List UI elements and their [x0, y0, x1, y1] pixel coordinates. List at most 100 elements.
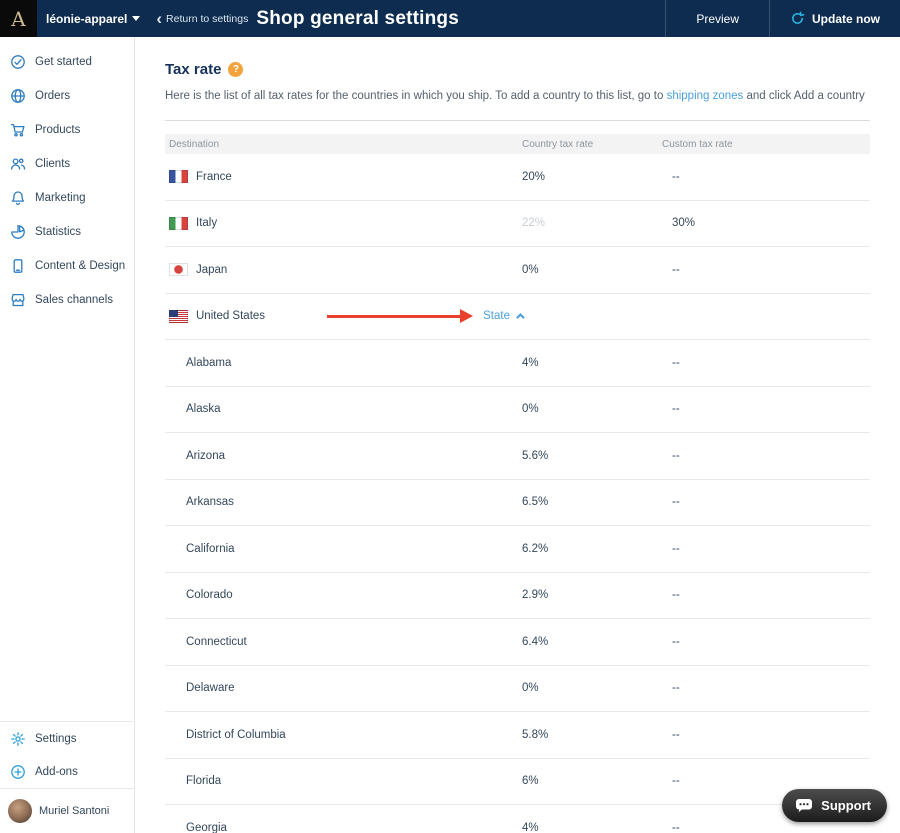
user-account[interactable]: Muriel Santoni: [0, 789, 134, 833]
destination-label: Arkansas: [186, 496, 234, 509]
country-flag-icon: [169, 309, 188, 323]
table-row[interactable]: Italy 22% 30%: [165, 201, 870, 247]
custom-tax-rate-value: 30%: [672, 217, 696, 230]
help-icon[interactable]: ?: [228, 62, 244, 77]
sidebar-bottom: Settings Add-ons Muriel Santoni: [0, 721, 134, 833]
sidebar-item-label: Add-ons: [35, 765, 78, 778]
shipping-zones-link[interactable]: shipping zones: [667, 90, 744, 102]
destination-label: Alaska: [186, 403, 221, 416]
table-row[interactable]: Delaware 0% --: [165, 666, 870, 712]
return-to-settings-link[interactable]: ‹ Return to settings: [156, 10, 248, 27]
sidebar-item-statistics[interactable]: Statistics: [0, 215, 134, 249]
destination-label: Colorado: [186, 589, 233, 602]
header-destination: Destination: [169, 138, 220, 150]
table-row[interactable]: Colorado 2.9% --: [165, 573, 870, 619]
state-collapse-toggle[interactable]: State: [483, 310, 525, 323]
sidebar-item-sales-channels[interactable]: Sales channels: [0, 283, 134, 317]
country-tax-rate-value: 6.4%: [522, 635, 549, 648]
destination-label: Arizona: [186, 449, 225, 462]
check-circle-icon: [10, 54, 26, 70]
table-row[interactable]: Connecticut 6.4% --: [165, 619, 870, 666]
sidebar-item-content-design[interactable]: Content & Design: [0, 249, 134, 283]
country-tax-rate-value: 6.5%: [522, 496, 549, 509]
store-switcher[interactable]: léonie-apparel: [46, 11, 141, 26]
table-row[interactable]: Arkansas 6.5% --: [165, 480, 870, 526]
sidebar-item-marketing[interactable]: Marketing: [0, 181, 134, 215]
destination-label: District of Columbia: [186, 728, 286, 741]
table-row[interactable]: Arizona 5.6% --: [165, 433, 870, 480]
destination-label: Connecticut: [186, 635, 247, 648]
table-row[interactable]: Florida 6% --: [165, 759, 870, 805]
sidebar-item-clients[interactable]: Clients: [0, 147, 134, 181]
plus-circle-icon: [10, 764, 26, 780]
sidebar-item-orders[interactable]: Orders: [0, 79, 134, 113]
destination-label: France: [196, 170, 232, 183]
avatar: [8, 799, 32, 823]
destination-label: Alabama: [186, 356, 232, 369]
destination-label: Georgia: [186, 821, 227, 833]
sidebar-nav: Get started Orders Products Clients Mark…: [0, 37, 134, 317]
destination-label: California: [186, 542, 235, 555]
update-now-button[interactable]: Update now: [770, 0, 900, 37]
tax-table-body: France 20% -- Italy 22% 30% Japan 0% -- …: [165, 154, 870, 833]
custom-tax-rate-value: --: [672, 496, 680, 509]
sidebar-item-add-ons[interactable]: Add-ons: [0, 755, 134, 788]
sidebar-item-products[interactable]: Products: [0, 113, 134, 147]
preview-button[interactable]: Preview: [666, 0, 769, 37]
country-flag-icon: [169, 216, 188, 230]
sidebar-item-label: Content & Design: [35, 260, 126, 272]
table-row[interactable]: Alaska 0% --: [165, 387, 870, 433]
sidebar-item-label: Clients: [35, 158, 71, 170]
section-title: Tax rate: [165, 61, 222, 78]
device-icon: [10, 258, 26, 274]
table-row[interactable]: France 20% --: [165, 154, 870, 201]
chevron-up-icon: [516, 313, 525, 322]
sidebar-item-label: Sales channels: [35, 294, 113, 306]
country-tax-rate-value: 5.8%: [522, 728, 549, 741]
destination-label: United States: [196, 310, 266, 323]
sidebar-item-label: Statistics: [35, 226, 82, 238]
gear-icon: [10, 731, 26, 747]
sidebar-item-settings[interactable]: Settings: [0, 722, 134, 755]
country-tax-rate-value: 0%: [522, 403, 539, 416]
sidebar-item-label: Orders: [35, 90, 71, 102]
table-row[interactable]: United States State: [165, 294, 870, 340]
cart-icon: [10, 122, 26, 138]
table-row[interactable]: Japan 0% --: [165, 247, 870, 294]
custom-tax-rate-value: --: [672, 635, 680, 648]
section-description: Here is the list of all tax rates for th…: [165, 90, 865, 102]
destination-label: Delaware: [186, 682, 235, 695]
custom-tax-rate-value: --: [672, 728, 680, 741]
store-logo[interactable]: A: [0, 0, 37, 37]
header-country-tax-rate: Country tax rate: [522, 138, 594, 150]
bell-icon: [10, 190, 26, 206]
country-tax-rate-value: 6%: [522, 775, 539, 788]
table-row[interactable]: District of Columbia 5.8% --: [165, 712, 870, 759]
store-name-label: léonie-apparel: [46, 11, 128, 26]
country-tax-rate-value: 5.6%: [522, 449, 549, 462]
country-tax-rate-value: 2.9%: [522, 589, 549, 602]
country-tax-rate-value: 20%: [522, 170, 546, 183]
sidebar-item-label: Marketing: [35, 192, 86, 204]
sidebar-item-label: Settings: [35, 732, 77, 745]
sidebar-item-get-started[interactable]: Get started: [0, 45, 134, 79]
state-toggle-label: State: [483, 310, 510, 323]
custom-tax-rate-value: --: [672, 356, 680, 369]
update-now-label: Update now: [812, 11, 880, 26]
table-row[interactable]: California 6.2% --: [165, 526, 870, 573]
back-chevron-icon: ‹: [156, 9, 163, 28]
pie-icon: [10, 224, 26, 240]
table-row[interactable]: Alabama 4% --: [165, 340, 870, 387]
custom-tax-rate-value: --: [672, 589, 680, 602]
red-arrow-annotation: [327, 309, 474, 324]
destination-label: Italy: [196, 217, 218, 230]
support-button[interactable]: Support: [782, 789, 887, 822]
store-icon: [10, 292, 26, 308]
tax-rate-table: Destination Country tax rate Custom tax …: [165, 120, 870, 833]
custom-tax-rate-value: --: [672, 403, 680, 416]
top-bar: A léonie-apparel ‹ Return to settings Sh…: [0, 0, 900, 37]
table-row[interactable]: Georgia 4% --: [165, 805, 870, 833]
custom-tax-rate-value: --: [672, 263, 680, 276]
header-custom-tax-rate: Custom tax rate: [662, 138, 733, 150]
custom-tax-rate-value: --: [672, 170, 680, 183]
